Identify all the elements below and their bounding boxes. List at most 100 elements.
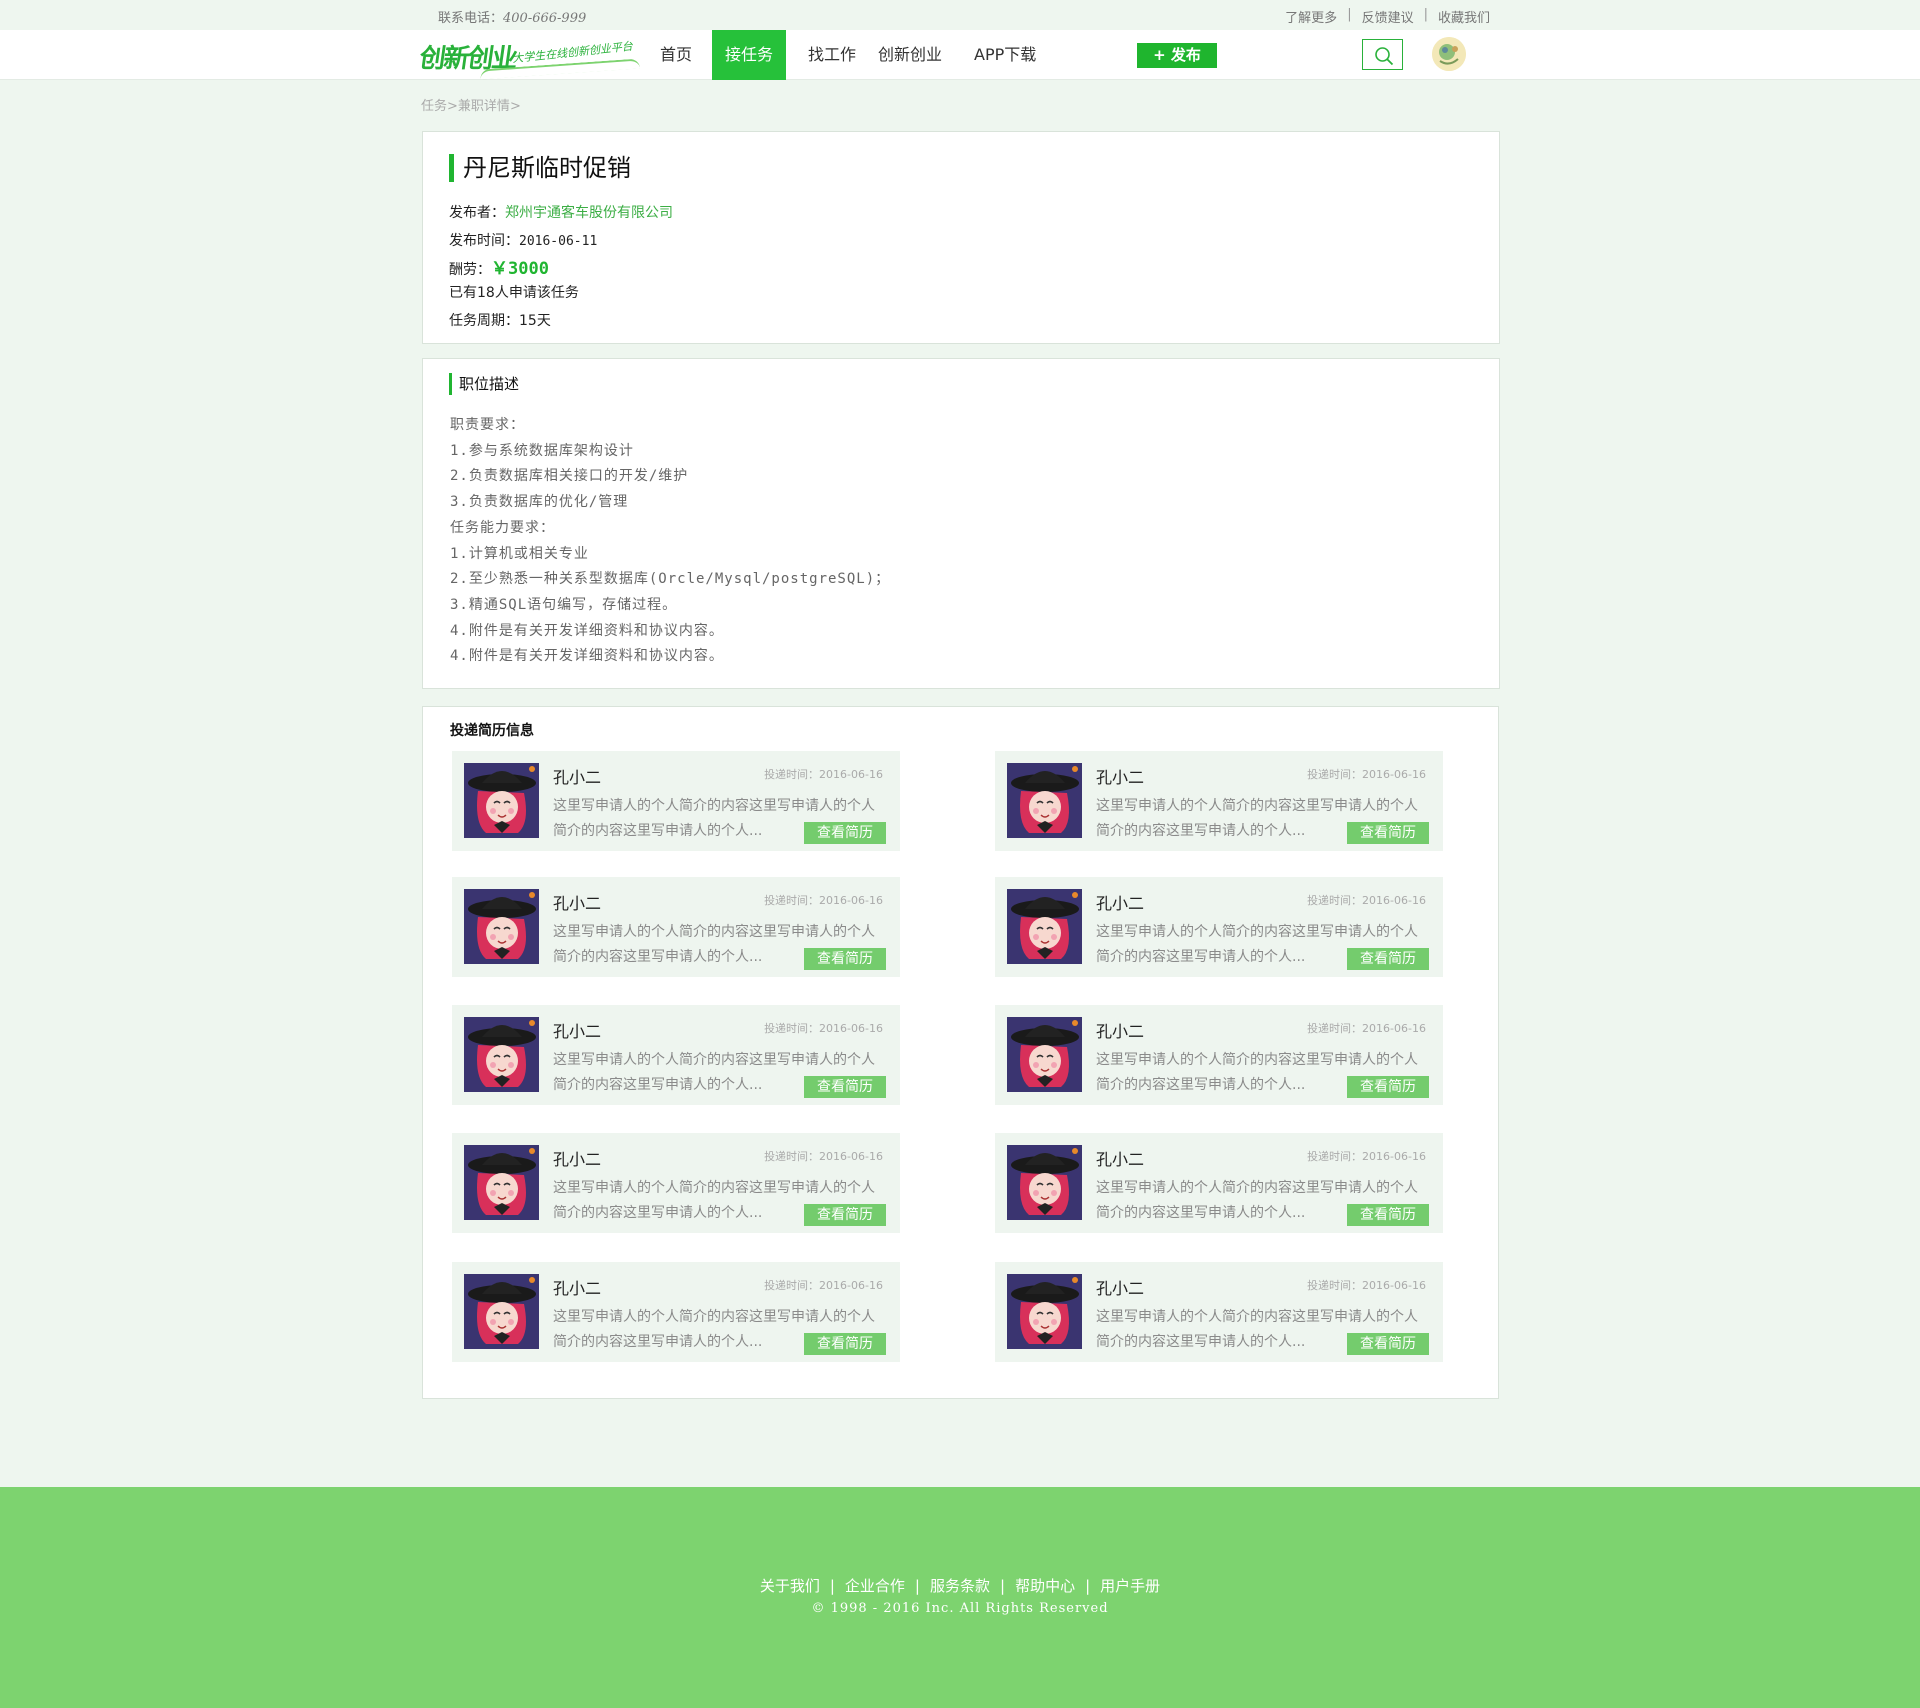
- search-icon: [1375, 47, 1394, 66]
- description-line: 2.至少熟悉一种关系型数据库(Orcle/Mysql/postgreSQL)；: [450, 571, 891, 588]
- contact-phone: 联系电话：400-666-999: [438, 7, 586, 26]
- description-line: 4.附件是有关开发详细资料和协议内容。: [450, 622, 724, 639]
- copyright: © 1998 - 2016 Inc. All Rights Reserved: [811, 1601, 1109, 1616]
- applicant-photo[interactable]: [1007, 1145, 1082, 1220]
- publish-time-label: 发布时间：: [449, 233, 519, 249]
- applicant-photo[interactable]: [464, 1017, 539, 1092]
- period-label: 任务周期：: [449, 313, 519, 329]
- nav-item-tasks[interactable]: 接任务: [712, 30, 787, 80]
- submit-time: 投递时间：2016-06-16: [1307, 768, 1426, 781]
- applicant-name: 孔小二: [553, 768, 602, 787]
- submit-time: 投递时间：2016-06-16: [1307, 1279, 1426, 1292]
- applicant-avatar-icon: [464, 1017, 539, 1092]
- resume-card: 孔小二 投递时间：2016-06-16 这里写申请人的个人简介的内容这里写申请人的个…: [452, 877, 900, 977]
- view-resume-button[interactable]: 查看简历: [1347, 1333, 1429, 1355]
- nav-item-jobs[interactable]: 找工作: [786, 30, 878, 80]
- description-line: 1.计算机或相关专业: [450, 545, 589, 562]
- view-resume-button[interactable]: 查看简历: [804, 1076, 886, 1098]
- publisher-link[interactable]: 郑州宇通客车股份有限公司: [505, 205, 673, 221]
- footer-link-about[interactable]: 关于我们: [760, 1577, 820, 1595]
- applicant-avatar-icon: [1007, 889, 1082, 964]
- applicant-photo[interactable]: [464, 763, 539, 838]
- description-line: 4.附件是有关开发详细资料和协议内容。: [450, 648, 724, 665]
- submit-time: 投递时间：2016-06-16: [764, 768, 883, 781]
- applicant-photo[interactable]: [1007, 889, 1082, 964]
- publish-time-value: 2016-06-11: [519, 234, 598, 249]
- publisher-label: 发布者：: [449, 205, 505, 221]
- job-period: 任务周期：15天: [449, 310, 551, 330]
- description-line: 2.负责数据库相关接口的开发/维护: [450, 468, 689, 485]
- resume-card: 孔小二 投递时间：2016-06-16 这里写申请人的个人简介的内容这里写申请人的个…: [452, 751, 900, 851]
- resume-card: 孔小二 投递时间：2016-06-16 这里写申请人的个人简介的内容这里写申请人的个…: [995, 751, 1443, 851]
- breadcrumb-detail[interactable]: 兼职详情: [458, 99, 510, 114]
- phone-number: 400-666-999: [503, 11, 587, 26]
- job-salary: 酬劳：￥3000: [449, 254, 549, 279]
- footer-link-help[interactable]: 帮助中心: [1015, 1577, 1075, 1595]
- applicant-photo[interactable]: [1007, 1274, 1082, 1349]
- submit-time: 投递时间：2016-06-16: [1307, 1022, 1426, 1035]
- description-line: 任务能力要求：: [450, 519, 555, 536]
- resume-card: 孔小二 投递时间：2016-06-16 这里写申请人的个人简介的内容这里写申请人的个…: [995, 1133, 1443, 1233]
- divider: |: [1085, 1577, 1091, 1595]
- nav-item-home[interactable]: 首页: [640, 30, 712, 80]
- site-logo[interactable]: 创新创业 大学生在线创新创业平台: [418, 30, 645, 80]
- footer-link-cooperation[interactable]: 企业合作: [845, 1577, 905, 1595]
- resume-card: 孔小二 投递时间：2016-06-16 这里写申请人的个人简介的内容这里写申请人的个…: [452, 1005, 900, 1105]
- breadcrumb-separator: >: [447, 99, 458, 114]
- main-nav: 首页 接任务 找工作 创新创业 APP下载: [640, 30, 1036, 80]
- site-footer: 关于我们 | 企业合作 | 服务条款 | 帮助中心 | 用户手册 © 1998 - 2016 I…: [0, 1487, 1920, 1708]
- applicant-avatar-icon: [464, 1274, 539, 1349]
- view-resume-button[interactable]: 查看简历: [804, 948, 886, 970]
- salary-label: 酬劳：: [449, 262, 491, 278]
- breadcrumb-tasks[interactable]: 任务: [421, 99, 447, 114]
- top-links: 了解更多 | 反馈建议 | 收藏我们: [1285, 7, 1490, 26]
- view-resume-button[interactable]: 查看简历: [1347, 1204, 1429, 1226]
- nav-item-startup[interactable]: 创新创业: [878, 30, 952, 80]
- resume-section-title: 投递简历信息: [450, 723, 534, 739]
- nav-item-app-download[interactable]: APP下载: [952, 30, 1036, 80]
- period-value: 15天: [519, 313, 551, 329]
- divider: |: [829, 1577, 835, 1595]
- top-link-learn-more[interactable]: 了解更多: [1285, 7, 1337, 26]
- submit-time: 投递时间：2016-06-16: [1307, 1150, 1426, 1163]
- top-link-feedback[interactable]: 反馈建议: [1362, 7, 1414, 26]
- submit-time: 投递时间：2016-06-16: [764, 894, 883, 907]
- submit-time: 投递时间：2016-06-16: [1307, 894, 1426, 907]
- applicant-photo[interactable]: [1007, 1017, 1082, 1092]
- applicant-name: 孔小二: [1096, 1279, 1145, 1298]
- top-link-bookmark[interactable]: 收藏我们: [1438, 7, 1490, 26]
- job-applicant-count: 已有18人申请该任务: [449, 285, 579, 301]
- footer-link-terms[interactable]: 服务条款: [930, 1577, 990, 1595]
- view-resume-button[interactable]: 查看简历: [804, 1204, 886, 1226]
- applicant-name: 孔小二: [1096, 768, 1145, 787]
- breadcrumb-separator: >: [509, 99, 521, 114]
- breadcrumb: 任务>兼职详情>: [421, 95, 521, 114]
- search-button[interactable]: [1362, 39, 1403, 70]
- resume-card: 孔小二 投递时间：2016-06-16 这里写申请人的个人简介的内容这里写申请人的个…: [995, 877, 1443, 977]
- applicant-photo[interactable]: [464, 889, 539, 964]
- view-resume-button[interactable]: 查看简历: [1347, 1076, 1429, 1098]
- submit-time: 投递时间：2016-06-16: [764, 1150, 883, 1163]
- resume-card: 孔小二 投递时间：2016-06-16 这里写申请人的个人简介的内容这里写申请人的个…: [452, 1133, 900, 1233]
- applicant-name: 孔小二: [553, 1022, 602, 1041]
- applicant-photo[interactable]: [1007, 763, 1082, 838]
- view-resume-button[interactable]: 查看简历: [1347, 822, 1429, 844]
- applicant-photo[interactable]: [464, 1145, 539, 1220]
- applicant-photo[interactable]: [464, 1274, 539, 1349]
- applicant-avatar-icon: [464, 889, 539, 964]
- publish-button[interactable]: + 发布: [1137, 43, 1217, 68]
- footer-link-manual[interactable]: 用户手册: [1100, 1577, 1160, 1595]
- job-info-panel: 丹尼斯临时促销 发布者：郑州宇通客车股份有限公司 发布时间：2016-06-11…: [422, 131, 1500, 344]
- user-avatar[interactable]: [1432, 37, 1466, 71]
- view-resume-button[interactable]: 查看简历: [804, 822, 886, 844]
- description-line: 1.参与系统数据库架构设计: [450, 442, 634, 459]
- view-resume-button[interactable]: 查看简历: [1347, 948, 1429, 970]
- divider: |: [1000, 1577, 1006, 1595]
- job-publish-time: 发布时间：2016-06-11: [449, 230, 597, 250]
- view-resume-button[interactable]: 查看简历: [804, 1333, 886, 1355]
- applicant-avatar-icon: [464, 763, 539, 838]
- description-line: 职责要求：: [450, 417, 525, 433]
- divider: |: [914, 1577, 920, 1595]
- top-strip: 联系电话：400-666-999 了解更多 | 反馈建议 | 收藏我们: [0, 0, 1920, 30]
- applicant-avatar-icon: [1007, 763, 1082, 838]
